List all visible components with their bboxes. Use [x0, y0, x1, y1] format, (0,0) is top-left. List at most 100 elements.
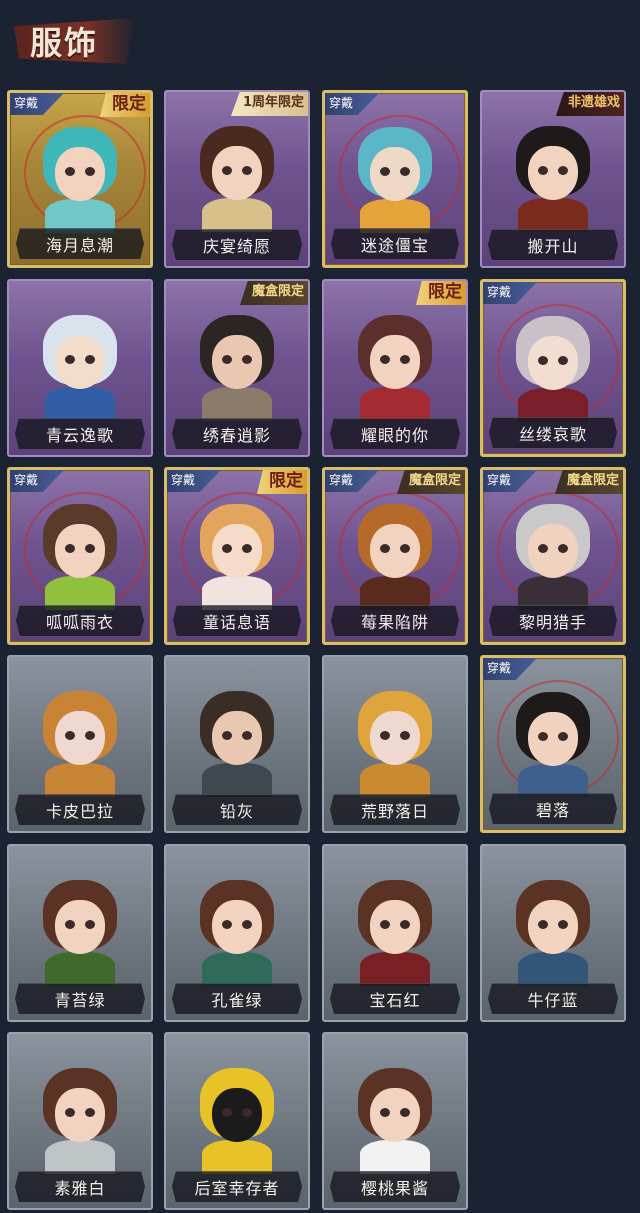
costume-card[interactable]: 樱桃果酱	[322, 1032, 468, 1210]
costume-card[interactable]: 后室幸存者	[164, 1032, 310, 1210]
name-plate: 铅灰	[172, 794, 302, 825]
name-plate: 迷途僵宝	[331, 228, 459, 259]
costume-card[interactable]: 牛仔蓝	[480, 844, 626, 1022]
worn-tag: 穿戴	[483, 282, 539, 304]
portrait-face	[528, 336, 578, 390]
costume-card[interactable]: 穿戴呱呱雨衣	[7, 467, 153, 645]
portrait-outfit	[518, 576, 588, 610]
costume-card[interactable]: 穿戴碧落	[480, 655, 626, 833]
portrait-eye	[222, 166, 232, 175]
portrait-eye	[242, 731, 252, 740]
name-plate: 呱呱雨衣	[16, 605, 144, 636]
name-plate: 庆宴绮愿	[172, 229, 302, 260]
portrait-outfit	[518, 952, 588, 986]
costume-name: 青苔绿	[54, 991, 106, 1010]
portrait-outfit	[518, 198, 588, 232]
portrait-face	[212, 335, 262, 389]
portrait-face	[370, 147, 420, 201]
portrait-eye	[222, 731, 232, 740]
worn-tag: 穿戴	[483, 658, 539, 680]
worn-tag: 穿戴	[10, 470, 66, 492]
portrait-face	[528, 524, 578, 578]
costume-card[interactable]: 宝石红	[322, 844, 468, 1022]
portrait-eye	[222, 355, 232, 364]
costume-card[interactable]: 穿戴 丝缕哀歌	[480, 279, 626, 457]
portrait-eye	[242, 544, 252, 553]
portrait-eye	[85, 355, 95, 364]
costume-name: 迷途僵宝	[360, 236, 429, 255]
costume-name: 青云逸歌	[45, 426, 114, 445]
costume-name: 绣春逍影	[202, 426, 271, 445]
portrait-face	[370, 335, 420, 389]
costume-card[interactable]: 孔雀绿	[164, 844, 310, 1022]
character-portrait	[352, 504, 438, 610]
name-plate: 青苔绿	[15, 983, 145, 1014]
name-plate: 海月息潮	[16, 228, 144, 259]
character-portrait	[510, 316, 596, 422]
costume-card[interactable]: 素雅白	[7, 1032, 153, 1210]
portrait-eye	[538, 920, 548, 929]
limited-badge: 限定	[257, 470, 307, 494]
portrait-face	[55, 335, 105, 389]
costume-card[interactable]: 穿戴 魔盒限定 黎明猎手	[480, 467, 626, 645]
header: 服饰	[0, 0, 640, 80]
character-portrait	[37, 315, 123, 421]
name-plate: 童话息语	[173, 605, 301, 636]
portrait-outfit	[45, 387, 115, 421]
portrait-eye	[85, 731, 95, 740]
costume-card[interactable]: 穿戴 限定 童话息语	[164, 467, 310, 645]
name-plate: 耀眼的你	[330, 418, 460, 449]
portrait-eye	[380, 355, 390, 364]
limited-badge: 非遗雄戏	[555, 92, 624, 116]
portrait-eye	[222, 544, 232, 553]
costume-card[interactable]: 荒野落日	[322, 655, 468, 833]
portrait-outfit	[360, 199, 430, 233]
portrait-eye	[380, 1108, 390, 1117]
portrait-face	[370, 900, 420, 954]
portrait-face	[212, 524, 262, 578]
portrait-eye	[558, 732, 568, 741]
portrait-outfit	[202, 387, 272, 421]
costume-name: 庆宴绮愿	[202, 237, 271, 256]
portrait-eye	[85, 544, 95, 553]
costume-card[interactable]: 青苔绿	[7, 844, 153, 1022]
costume-card[interactable]: 魔盒限定 绣春逍影	[164, 279, 310, 457]
portrait-eye	[65, 167, 75, 176]
costume-name: 孔雀绿	[211, 991, 263, 1010]
costume-card[interactable]: 卡皮巴拉	[7, 655, 153, 833]
portrait-eye	[242, 1108, 252, 1117]
costume-card[interactable]: 1周年限定 庆宴绮愿	[164, 90, 310, 268]
portrait-eye	[380, 544, 390, 553]
portrait-face	[212, 146, 262, 200]
portrait-eye	[400, 167, 410, 176]
character-portrait	[352, 127, 438, 233]
costume-card[interactable]: 限定 耀眼的你	[322, 279, 468, 457]
costume-name: 莓果陷阱	[360, 613, 429, 632]
costume-name: 搬开山	[527, 237, 579, 256]
character-portrait	[510, 692, 596, 798]
costume-card[interactable]: 穿戴 魔盒限定 莓果陷阱	[322, 467, 468, 645]
portrait-outfit	[45, 952, 115, 986]
portrait-outfit	[45, 199, 115, 233]
character-portrait	[352, 691, 438, 797]
name-plate: 碧落	[489, 793, 617, 824]
portrait-eye	[400, 544, 410, 553]
portrait-face	[212, 711, 262, 765]
name-plate: 荒野落日	[330, 794, 460, 825]
costume-card[interactable]: 穿戴 迷途僵宝	[322, 90, 468, 268]
character-portrait	[37, 1068, 123, 1174]
costume-card[interactable]: 青云逸歌	[7, 279, 153, 457]
portrait-face	[528, 900, 578, 954]
character-portrait	[194, 880, 280, 986]
costume-card[interactable]: 铅灰	[164, 655, 310, 833]
portrait-outfit	[202, 1140, 272, 1174]
costume-name: 素雅白	[54, 1179, 106, 1198]
portrait-outfit	[45, 763, 115, 797]
portrait-outfit	[202, 952, 272, 986]
portrait-eye	[65, 920, 75, 929]
costume-card[interactable]: 非遗雄戏搬开山	[480, 90, 626, 268]
portrait-face	[55, 524, 105, 578]
portrait-outfit	[360, 763, 430, 797]
costume-name: 铅灰	[219, 802, 254, 821]
costume-card[interactable]: 穿戴 限定 海月息潮	[7, 90, 153, 268]
